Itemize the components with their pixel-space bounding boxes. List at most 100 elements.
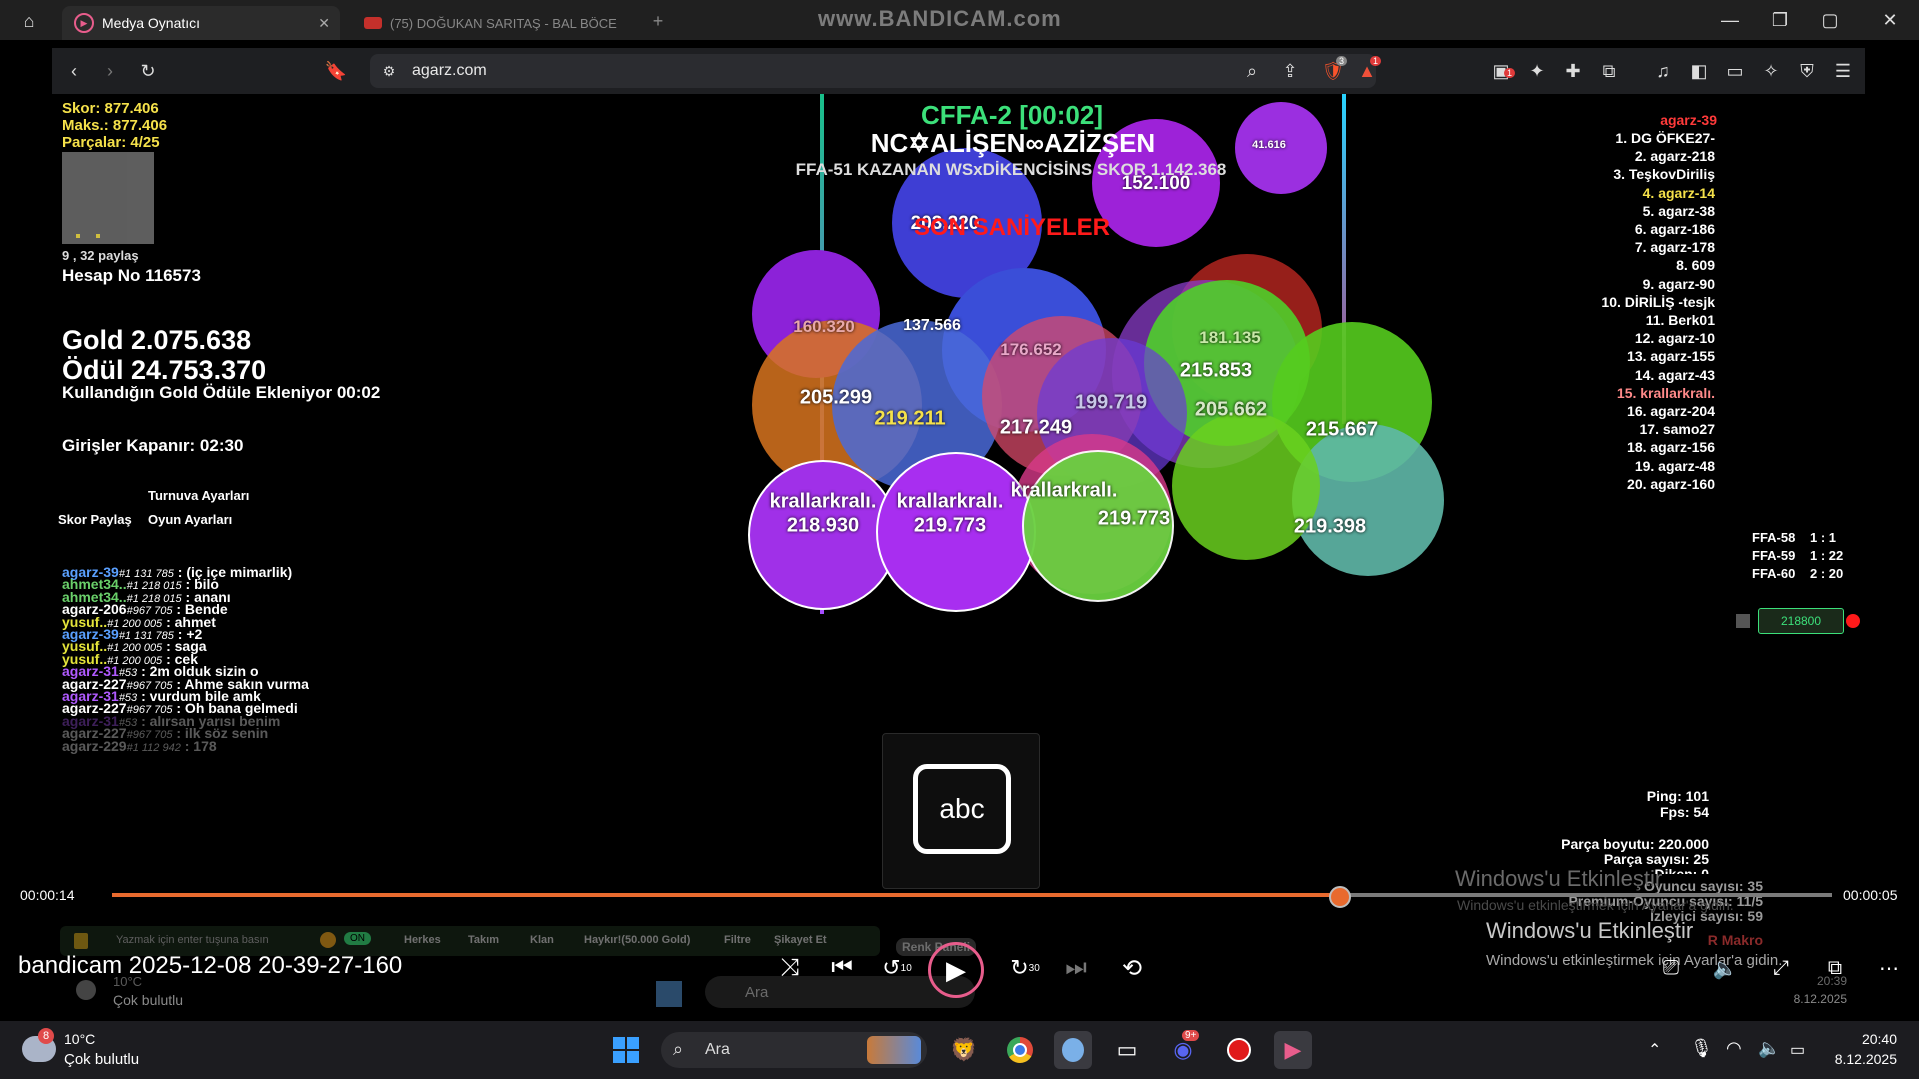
trash-icon[interactable]: [74, 933, 88, 949]
play-button[interactable]: ▶: [928, 942, 984, 998]
report-button[interactable]: Şikayet Et: [774, 934, 827, 946]
chat-text: : 178: [184, 737, 217, 754]
brave-browser-icon[interactable]: 🦁: [945, 1031, 983, 1069]
new-tab-button[interactable]: +: [646, 8, 670, 34]
extensions-puzzle-icon[interactable]: ✚: [1560, 58, 1586, 84]
filter-everyone[interactable]: Herkes: [404, 934, 441, 946]
max-score-text: Maks.: 877.406: [62, 117, 168, 134]
battery-icon[interactable]: ▭: [1790, 1040, 1805, 1060]
shuffle-icon[interactable]: ⤨: [770, 950, 810, 986]
player-mass: 219.773: [1097, 507, 1171, 530]
blob-mass: 215.667: [1305, 418, 1379, 441]
leaderboard-item: 10. DİRİLİŞ -tesjk: [1601, 293, 1715, 310]
game-settings-button[interactable]: Oyun Ayarları: [148, 512, 232, 527]
score-text: Skor: 877.406: [62, 100, 159, 117]
keyboard-icon[interactable]: abc: [913, 764, 1011, 854]
winner-line: FFA-51 KAZANAN WSxDİKENCİSİNS SKOR 1.142…: [795, 160, 1227, 179]
adblock-icon[interactable]: ✦: [1524, 58, 1550, 84]
next-icon[interactable]: ⏭: [1056, 950, 1096, 986]
minimap-dot: [96, 234, 100, 238]
miniplayer-icon[interactable]: ⧉: [1818, 950, 1852, 986]
touch-keyboard-panel[interactable]: abc: [882, 733, 1040, 889]
ffa-value: 2 : 20: [1810, 566, 1844, 581]
maximize-button[interactable]: ▢: [1810, 6, 1850, 34]
url-text[interactable]: agarz.com: [412, 62, 487, 80]
search-label[interactable]: Ara: [705, 1041, 730, 1059]
forward-icon[interactable]: ↻ 30: [1002, 950, 1048, 986]
close-window-button[interactable]: ✕: [1870, 6, 1910, 34]
more-options-icon[interactable]: ⋯: [1872, 950, 1906, 986]
leaderboard-item: 14. agarz-43: [1634, 366, 1715, 383]
sidebar-icon[interactable]: ◧: [1686, 58, 1712, 84]
tournament-settings-button[interactable]: Turnuva Ayarları: [148, 488, 249, 503]
gold-note: Kullandığın Gold Ödüle Ekleniyor 00:02: [62, 383, 381, 402]
forward-button[interactable]: ›: [96, 58, 124, 84]
wifi-icon[interactable]: ◠: [1726, 1038, 1742, 1059]
tab-media-player[interactable]: ▶ Medya Oynatıcı ✕: [62, 6, 340, 40]
tab-label: (75) DOĞUKAN SARITAŞ - BAL BÖCE: [390, 15, 617, 31]
bandicam-icon[interactable]: [1220, 1031, 1258, 1069]
chrome-icon[interactable]: [1001, 1031, 1039, 1069]
share-icon[interactable]: ⇪: [1278, 60, 1302, 82]
leaderboard-item: 18. agarz-156: [1627, 439, 1715, 456]
mass-input[interactable]: 218800: [1758, 608, 1844, 634]
wallet-icon[interactable]: ▭: [1722, 58, 1748, 84]
clock-time[interactable]: 20:40: [1862, 1031, 1897, 1047]
rewind-icon[interactable]: ↺ 10: [874, 950, 920, 986]
screenshot-icon[interactable]: ⧉: [1596, 58, 1622, 84]
leaderboard-item: 3. TeşkovDiriliş: [1613, 166, 1715, 183]
chat-toggle[interactable]: ON: [344, 932, 371, 945]
score-share-button[interactable]: Skor Paylaş: [58, 512, 132, 527]
microphone-icon[interactable]: 🎙: [1690, 1038, 1713, 1059]
vpn-icon[interactable]: ⛨: [1794, 58, 1820, 84]
tab-youtube[interactable]: (75) DOĞUKAN SARITAŞ - BAL BÖCE: [352, 6, 630, 40]
minimize-button[interactable]: —: [1710, 6, 1750, 34]
chat-sender[interactable]: agarz-229: [62, 738, 127, 754]
media-player-taskbar-icon[interactable]: ▶: [1274, 1031, 1312, 1069]
emoji-icon[interactable]: [320, 932, 336, 948]
app-icon[interactable]: [1054, 1031, 1092, 1069]
home-icon[interactable]: ⌂: [14, 8, 44, 34]
youtube-icon: [364, 17, 382, 29]
reload-button[interactable]: ↻: [134, 58, 162, 84]
address-bar[interactable]: ⚙ agarz.com ⌕ ⇪ 🛡 3 ▲ 1: [370, 54, 1382, 88]
leo-ai-icon[interactable]: ✧: [1758, 58, 1784, 84]
fullscreen-icon[interactable]: ⤢: [1764, 950, 1798, 986]
chat-input[interactable]: Yazmak için enter tuşuna basın: [116, 934, 269, 946]
repeat-off-icon[interactable]: ⟲: [1112, 950, 1152, 986]
blob-mass: 176.652: [1000, 340, 1062, 359]
inner-weather-desc: Çok bulutlu: [113, 992, 184, 1008]
progress-thumb[interactable]: [1329, 886, 1352, 908]
blob-mass: 219.398: [1293, 515, 1367, 538]
filter-clan[interactable]: Klan: [530, 934, 554, 946]
elapsed-time: 00:00:14: [20, 887, 75, 903]
leaderboard-item: 13. agarz-155: [1627, 348, 1715, 365]
leaderboard-item: 9. agarz-90: [1642, 275, 1715, 292]
close-icon[interactable]: ✕: [318, 15, 330, 32]
speaker-icon[interactable]: 🔈: [1758, 1038, 1780, 1059]
volume-icon[interactable]: 🔈: [1708, 950, 1742, 986]
leaderboard-item: 1. DG ÖFKE27-: [1615, 130, 1715, 146]
site-info-icon[interactable]: ⚙: [378, 60, 400, 82]
bookmark-icon[interactable]: 🔖: [322, 58, 350, 84]
back-button[interactable]: ‹: [60, 58, 88, 84]
zoom-icon[interactable]: ⌕: [1240, 60, 1264, 82]
filter-filter[interactable]: Filtre: [724, 934, 751, 946]
leaderboard-item: 2. agarz-218: [1634, 148, 1715, 165]
previous-icon[interactable]: ⏮: [822, 950, 862, 986]
start-icon[interactable]: [607, 1031, 645, 1069]
captions-icon[interactable]: ⎚: [1654, 950, 1688, 986]
terminal-icon[interactable]: ▭: [1108, 1031, 1146, 1069]
chat-tag: #1 112 942: [126, 741, 181, 754]
inner-search-label: Ara: [745, 984, 769, 1001]
music-icon[interactable]: ♫: [1650, 58, 1676, 84]
activation-title: Windows'u Etkinleştir: [1455, 866, 1663, 891]
filter-shout[interactable]: Haykır!(50.000 Gold): [584, 934, 690, 946]
checkbox[interactable]: [1736, 614, 1750, 628]
taskbar-search-box[interactable]: ⌕ Ara: [661, 1032, 927, 1068]
restore-button[interactable]: ❐: [1760, 6, 1800, 34]
tray-chevron-icon[interactable]: ⌃: [1648, 1040, 1661, 1060]
clock-date[interactable]: 8.12.2025: [1835, 1051, 1897, 1067]
menu-icon[interactable]: ☰: [1830, 58, 1856, 84]
filter-team[interactable]: Takım: [468, 934, 499, 946]
